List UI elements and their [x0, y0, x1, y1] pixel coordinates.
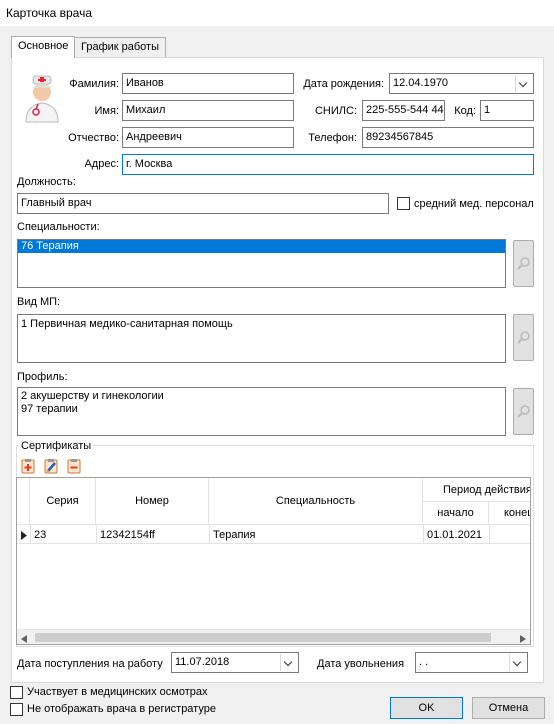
title-bar: Карточка врача	[0, 0, 554, 26]
code-field[interactable]: 1	[480, 100, 534, 121]
tab-main[interactable]: Основное	[11, 36, 76, 58]
patronymic-label: Отчество:	[68, 132, 119, 144]
grid-line	[423, 525, 424, 543]
specialties-list[interactable]: 76 Терапия	[17, 239, 506, 288]
certificates-title: Сертификаты	[19, 439, 94, 453]
medical-checkups-checkbox[interactable]	[10, 686, 23, 699]
tab-schedule[interactable]: График работы	[74, 37, 166, 57]
ok-button[interactable]: OK	[390, 697, 463, 719]
column-header-period[interactable]: Период действия	[423, 478, 530, 502]
mp-type-list[interactable]: 1 Первичная медико-санитарная помощь	[17, 314, 506, 363]
medical-checkups-label: Участвует в медицинских осмотрах	[27, 686, 208, 698]
fire-date-label: Дата увольнения	[317, 658, 405, 670]
cell-series[interactable]: 23	[34, 528, 46, 542]
row-header-corner	[17, 478, 30, 525]
grid-line	[17, 543, 530, 544]
chevron-down-icon[interactable]	[509, 654, 526, 671]
hide-in-registry-checkbox[interactable]	[10, 703, 23, 716]
window-title: Карточка врача	[6, 6, 93, 20]
name-field[interactable]: Михаил	[122, 100, 294, 121]
mp-type-label: Вид МП:	[17, 296, 61, 308]
code-label: Код:	[454, 105, 476, 117]
magnifier-icon	[517, 405, 530, 418]
middle-staff-label: средний мед. персонал	[414, 198, 534, 210]
column-header-end[interactable]: конец	[489, 502, 530, 525]
magnifier-icon	[517, 331, 530, 344]
chevron-down-icon[interactable]	[280, 654, 297, 671]
grid-line	[209, 525, 210, 543]
scroll-left-icon[interactable]	[21, 634, 27, 644]
birth-date-label: Дата рождения:	[303, 78, 384, 90]
middle-staff-checkbox[interactable]	[397, 197, 410, 210]
profile-list[interactable]: 2 акушерству и гинекологии 97 терапии	[17, 387, 506, 436]
patronymic-field[interactable]: Андреевич	[122, 127, 294, 148]
surname-label: Фамилия:	[69, 78, 119, 90]
edit-certificate-icon[interactable]	[43, 458, 59, 474]
name-label: Имя:	[94, 105, 119, 117]
grid-line	[96, 525, 97, 543]
cell-number[interactable]: 12342154ff	[100, 528, 155, 542]
fire-date-value: . .	[419, 656, 429, 668]
scrollbar-thumb[interactable]	[35, 633, 491, 642]
grid-line	[30, 525, 31, 543]
list-item[interactable]: 2 акушерству и гинекологии	[18, 390, 505, 403]
phone-field[interactable]: 89234567845	[362, 127, 534, 148]
grid-line	[489, 525, 490, 543]
position-field[interactable]: Главный врач	[17, 193, 389, 214]
address-field[interactable]: г. Москва	[122, 154, 534, 175]
snils-label: СНИЛС:	[314, 105, 357, 117]
profile-label: Профиль:	[17, 371, 68, 383]
fire-date-picker[interactable]: . .	[415, 652, 528, 673]
address-label: Адрес:	[84, 158, 119, 170]
hire-date-value: 11.07.2018	[175, 656, 230, 668]
birth-date-picker[interactable]: 12.04.1970	[389, 73, 534, 94]
snils-field[interactable]: 225-555-544 44	[362, 100, 445, 121]
doctor-avatar-icon	[22, 72, 62, 124]
specialties-lookup-button[interactable]	[513, 240, 534, 287]
birth-date-value: 12.04.1970	[393, 77, 449, 89]
profile-lookup-button[interactable]	[513, 388, 534, 435]
phone-label: Телефон:	[308, 132, 357, 144]
column-header-specialty[interactable]: Специальность	[209, 478, 423, 525]
cell-specialty[interactable]: Терапия	[213, 528, 256, 542]
hide-in-registry-label: Не отображать врача в регистратуре	[27, 703, 216, 715]
add-certificate-icon[interactable]	[20, 458, 36, 474]
magnifier-icon	[517, 257, 530, 270]
hire-date-picker[interactable]: 11.07.2018	[171, 652, 299, 673]
horizontal-scrollbar[interactable]	[17, 629, 530, 644]
list-item[interactable]: 97 терапии	[18, 403, 505, 416]
specialties-label: Специальности:	[17, 221, 100, 233]
delete-certificate-icon[interactable]	[66, 458, 82, 474]
certificates-table[interactable]: Серия Номер Специальность Период действи…	[16, 477, 531, 645]
surname-field[interactable]: Иванов	[122, 73, 294, 94]
list-item[interactable]: 76 Терапия	[18, 240, 505, 253]
scroll-right-icon[interactable]	[520, 634, 526, 644]
chevron-down-icon[interactable]	[515, 75, 532, 92]
cancel-button[interactable]: Отмена	[472, 697, 545, 719]
hire-date-label: Дата поступления на работу	[17, 658, 163, 670]
position-label: Должность:	[17, 176, 76, 188]
cell-start[interactable]: 01.01.2021	[427, 528, 482, 542]
mp-type-lookup-button[interactable]	[513, 314, 534, 361]
current-row-indicator-icon	[21, 530, 27, 544]
column-header-series[interactable]: Серия	[30, 478, 96, 525]
list-item[interactable]: 1 Первичная медико-санитарная помощь	[18, 318, 505, 331]
column-header-number[interactable]: Номер	[96, 478, 209, 525]
column-header-start[interactable]: начало	[423, 502, 489, 525]
